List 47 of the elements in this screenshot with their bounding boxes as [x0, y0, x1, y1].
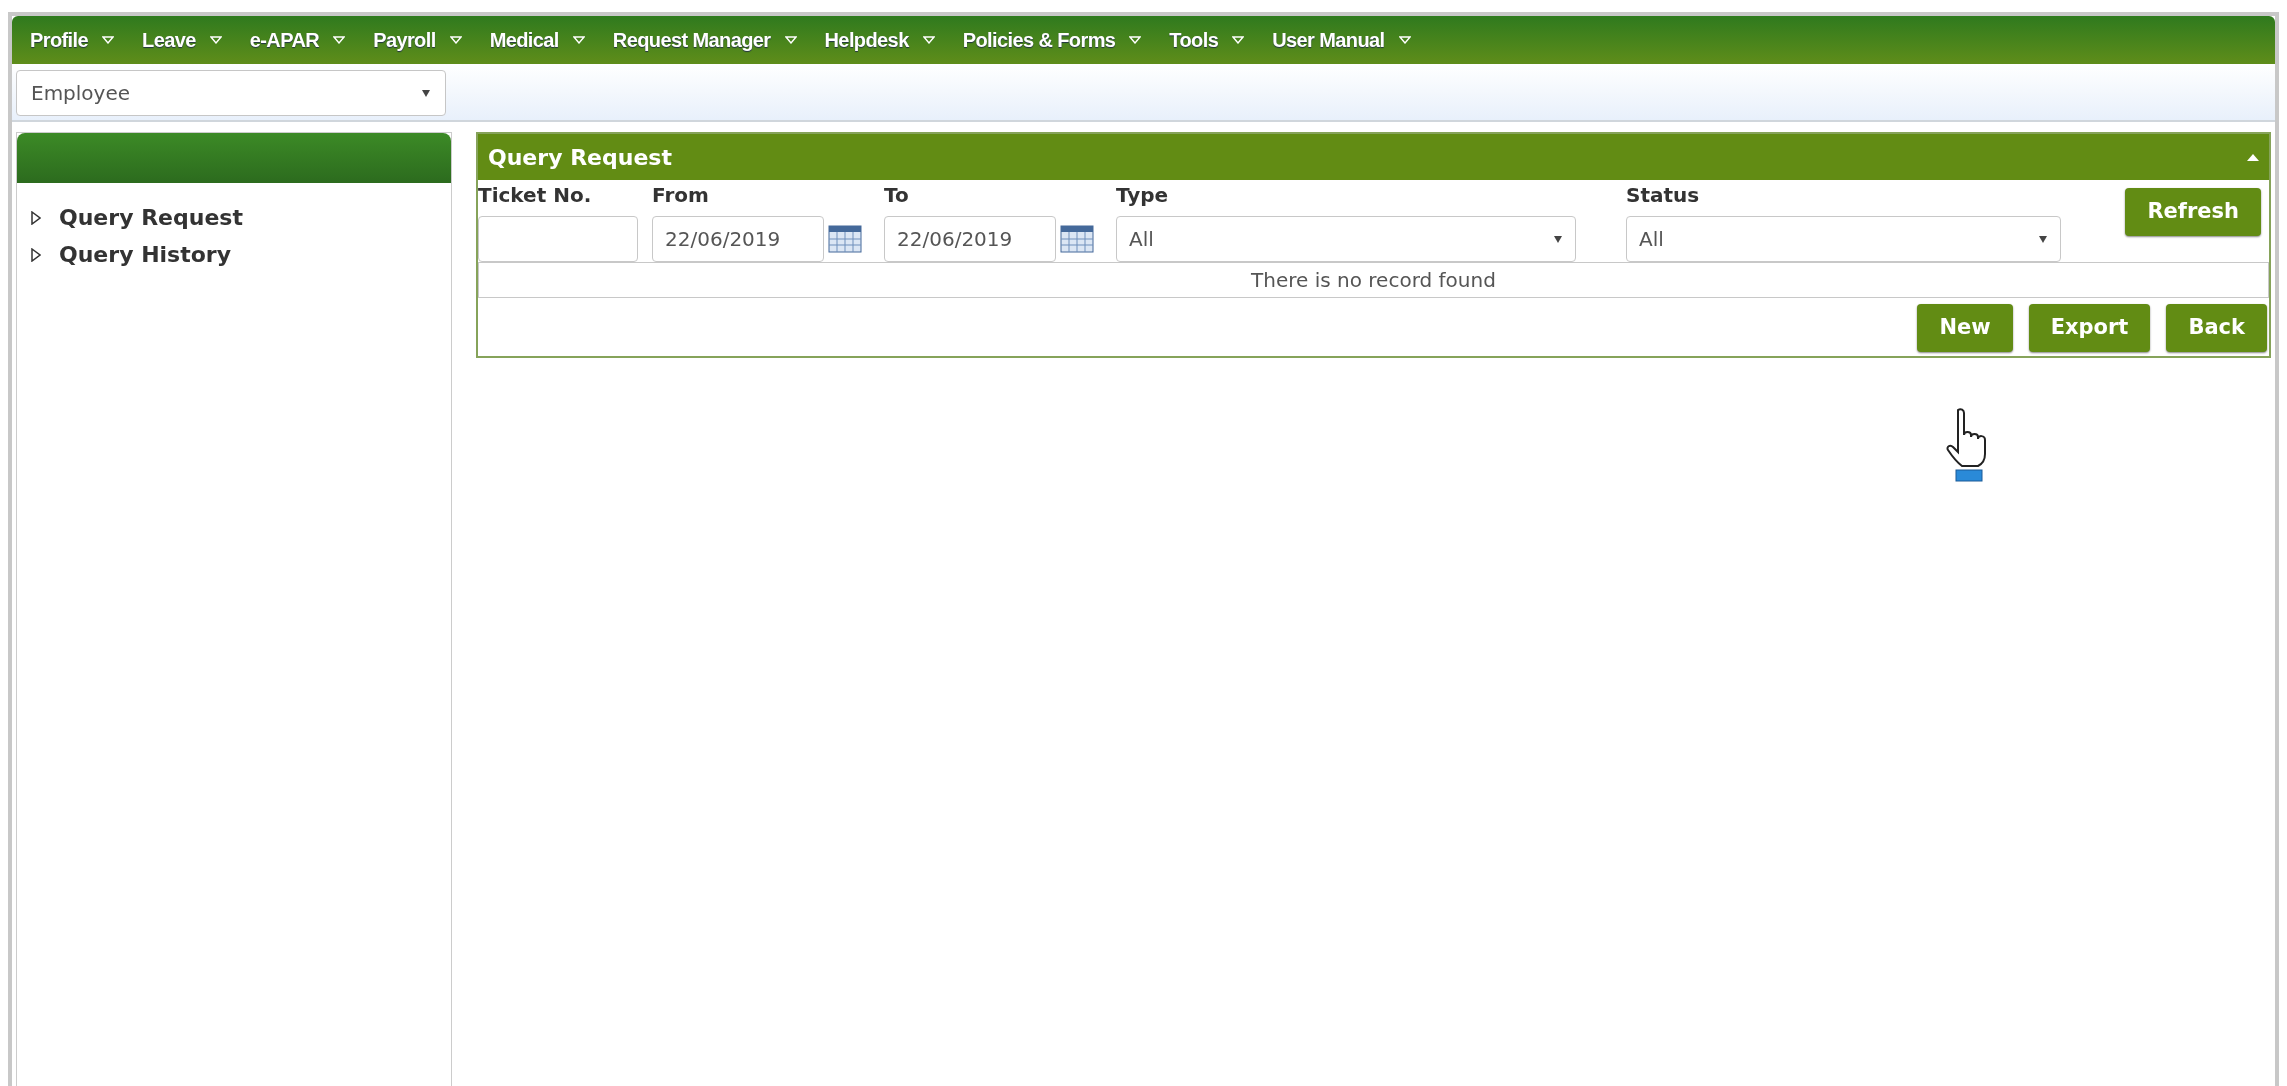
- menu-item[interactable]: User Manual: [1272, 25, 1411, 55]
- panel-title: Query Request: [488, 143, 672, 172]
- calendar-icon[interactable]: [1060, 225, 1094, 253]
- field-label: From: [652, 182, 710, 209]
- expand-arrow-icon: [31, 247, 41, 262]
- dropdown-arrow-icon: [1398, 36, 1411, 44]
- dropdown-arrow-icon: [572, 36, 585, 44]
- calendar-icon[interactable]: [828, 225, 862, 253]
- dropdown-arrow-icon: [333, 36, 346, 44]
- date-input[interactable]: 22/06/2019: [884, 216, 1056, 262]
- dropdown-arrow-icon: [102, 36, 115, 44]
- field-label: Ticket No.: [478, 182, 593, 209]
- menu-item[interactable]: Policies & Forms: [962, 25, 1142, 55]
- dropdown-arrow-icon: [1232, 36, 1245, 44]
- menu-item[interactable]: Leave: [142, 25, 222, 55]
- ticket-input[interactable]: [478, 216, 638, 262]
- menu-item[interactable]: Request Manager: [612, 25, 797, 55]
- dropdown-arrow-icon: [209, 36, 222, 44]
- refresh-button[interactable]: Refresh: [2125, 188, 2261, 236]
- field-label: Type: [1116, 182, 1170, 209]
- role-dropdown[interactable]: Employee: [16, 70, 446, 116]
- action-button[interactable]: Export: [2028, 304, 2151, 352]
- field-label: To: [884, 182, 910, 209]
- dropdown-arrow-icon: [1129, 36, 1142, 44]
- action-button[interactable]: New: [1917, 304, 2013, 352]
- select-dropdown[interactable]: All: [1626, 216, 2061, 262]
- sidebar-item[interactable]: Query History: [17, 236, 451, 273]
- dropdown-arrow-icon: [449, 36, 462, 44]
- dropdown-arrow-icon: [2038, 234, 2048, 244]
- dropdown-arrow-icon: [784, 36, 797, 44]
- menu-item[interactable]: Payroll: [373, 25, 462, 55]
- sidebar-item[interactable]: Query Request: [17, 199, 451, 236]
- dropdown-arrow-icon: [1553, 234, 1563, 244]
- empty-message: There is no record found: [478, 262, 2269, 298]
- action-button[interactable]: Back: [2166, 304, 2267, 352]
- menu-item[interactable]: Medical: [489, 25, 585, 55]
- select-dropdown[interactable]: All: [1116, 216, 1576, 262]
- dropdown-arrow-icon: [421, 88, 431, 98]
- menu-item[interactable]: Helpdesk: [824, 25, 935, 55]
- expand-arrow-icon: [31, 210, 41, 225]
- menu-item[interactable]: Tools: [1169, 25, 1245, 55]
- collapse-icon[interactable]: [2247, 153, 2259, 161]
- menu-item[interactable]: e-APAR: [249, 25, 346, 55]
- date-input[interactable]: 22/06/2019: [652, 216, 824, 262]
- field-label: Status: [1626, 182, 1701, 209]
- dropdown-arrow-icon: [922, 36, 935, 44]
- menu-item[interactable]: Profile: [30, 25, 115, 55]
